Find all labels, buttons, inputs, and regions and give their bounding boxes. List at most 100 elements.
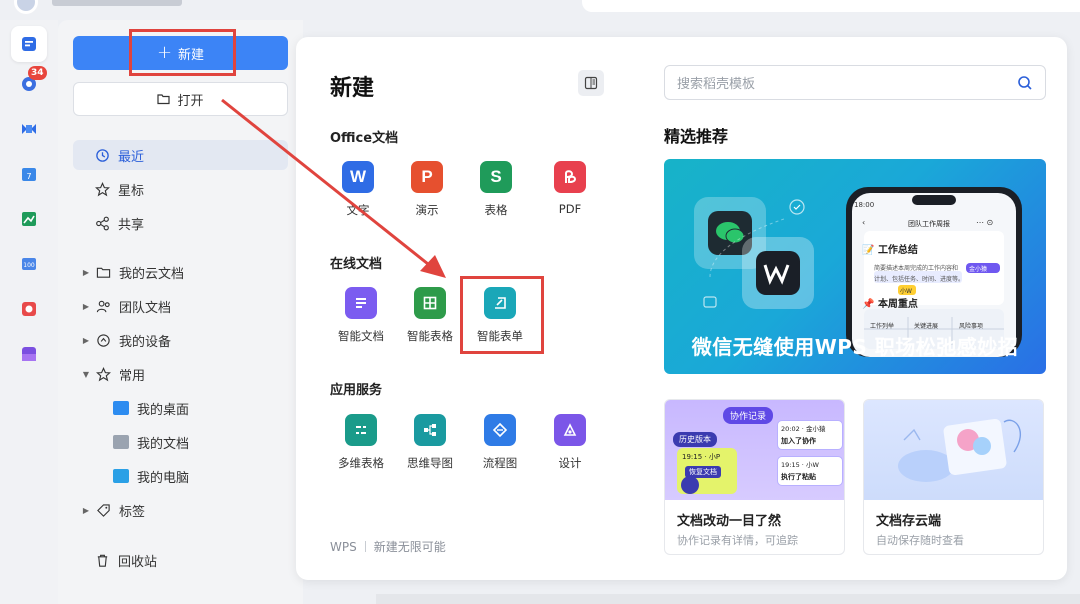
tile-label: 智能表格: [407, 329, 453, 343]
tile-multidim-table[interactable]: 多维表格: [326, 414, 396, 471]
collab-card-image: 协作记录 历史版本 19:15 · 小P 恢复文档 20:02 · 金小猿 加入…: [665, 400, 844, 500]
phone-section-summary: 📝 工作总结: [862, 245, 918, 256]
common-item-label: 我的桌面: [137, 402, 190, 418]
app-logo: [14, 0, 38, 14]
phone-col2: 关键进展: [914, 323, 939, 330]
phone-header: 团队工作周报: [908, 220, 950, 228]
tile-design[interactable]: 设计: [535, 414, 605, 471]
expand-arrow-icon[interactable]: ▶: [81, 336, 91, 345]
phone-section-focus: 📌 本周重点: [862, 299, 918, 310]
device-icon: [95, 332, 111, 348]
collab-tag-history: 历史版本: [673, 432, 717, 447]
nav-item-starred[interactable]: 星标: [73, 174, 288, 204]
pdf-app-icon: [22, 302, 36, 316]
nav-item-shared[interactable]: 共享: [73, 208, 288, 238]
phone-tag-user1: 金小猿: [969, 266, 988, 273]
rail-documents[interactable]: [11, 26, 47, 62]
entry2-head: 19:15 · 小W: [781, 461, 819, 469]
nav-item-label: 团队文档: [119, 300, 172, 316]
rail-pdf[interactable]: [18, 298, 40, 320]
card-subtitle: 协作记录有详情，可追踪: [677, 534, 798, 547]
documents-folder-icon: [113, 435, 129, 449]
rail-apps[interactable]: [18, 343, 40, 365]
annotation-box-smart-form: [460, 276, 544, 354]
desktop-icon: [113, 401, 129, 415]
nav-item-common[interactable]: ▼ 常用: [73, 359, 288, 389]
nav-item-recent[interactable]: 最近: [73, 140, 288, 170]
promo-banner[interactable]: 18:00 ‹ 团队工作周报 ⋯ ⊙ 📝 工作总结 简要描述本周完成的工作内容和…: [664, 159, 1046, 374]
workbench-app-icon: [22, 212, 36, 226]
footer-slogan: 新建无限可能: [373, 540, 446, 554]
tile-spreadsheet[interactable]: S 表格: [461, 161, 531, 218]
smart-doc-icon: [345, 287, 377, 319]
panel-footer: WPS 新建无限可能: [330, 538, 446, 555]
common-item-desktop[interactable]: 我的桌面: [113, 393, 189, 423]
expand-arrow-icon[interactable]: ▶: [81, 268, 91, 277]
entry1-head: 20:02 · 金小猿: [781, 425, 826, 433]
phone-tag-user2: 小W: [900, 288, 912, 295]
expand-arrow-icon[interactable]: ▶: [81, 506, 91, 515]
flowchart-icon: [484, 414, 516, 446]
tile-pdf[interactable]: PDF: [535, 161, 605, 216]
rail-workbench[interactable]: [18, 208, 40, 230]
nav-item-trash[interactable]: 回收站: [73, 545, 288, 575]
svg-text:100: 100: [23, 262, 35, 269]
calendar-app-icon: 7: [22, 168, 36, 181]
recommend-title: 精选推荐: [664, 127, 729, 146]
design-icon: [554, 414, 586, 446]
common-item-computer[interactable]: 我的电脑: [113, 461, 189, 491]
tile-smart-doc[interactable]: 智能文档: [326, 287, 396, 344]
promo-card-collab[interactable]: 协作记录 历史版本 19:15 · 小P 恢复文档 20:02 · 金小猿 加入…: [664, 399, 845, 555]
entry1-action: 加入了协作: [781, 437, 816, 445]
phone-col3: 风险事项: [959, 323, 984, 330]
rail-messages[interactable]: 34: [18, 66, 47, 94]
folder-open-icon: [157, 94, 171, 105]
tile-label: 流程图: [482, 456, 518, 470]
nav-item-devices[interactable]: ▶ 我的设备: [73, 325, 288, 355]
section-app-services: 应用服务: [330, 383, 383, 398]
nav-item-tags[interactable]: ▶ 标签: [73, 495, 288, 525]
collapse-arrow-icon[interactable]: ▼: [81, 370, 91, 379]
rail-calendar[interactable]: 7: [18, 163, 40, 185]
nav-item-label: 我的云文档: [119, 266, 185, 282]
tile-label: 文字: [346, 203, 370, 217]
top-search-bar[interactable]: [582, 0, 1080, 12]
tile-label: 思维导图: [407, 456, 453, 470]
expand-arrow-icon[interactable]: ▶: [81, 302, 91, 311]
nav-item-cloud-docs[interactable]: ▶ 我的云文档: [73, 257, 288, 287]
collab-tag-main: 协作记录: [723, 407, 774, 424]
template-search-input[interactable]: 搜索稻壳模板: [664, 65, 1046, 100]
open-button-label: 打开: [177, 93, 204, 109]
phone-col1: 工作列举: [870, 323, 895, 330]
multidim-table-icon: [345, 414, 377, 446]
layout-toggle-button[interactable]: [578, 70, 604, 96]
phone-line1: 简要描述本周完成的工作内容和: [874, 265, 959, 272]
tile-label: 智能文档: [338, 329, 384, 343]
common-item-documents[interactable]: 我的文档: [113, 427, 189, 457]
rail-score[interactable]: 100: [18, 253, 40, 275]
new-document-panel: 新建 Office文档 W 文字 P 演示 S 表格 PDF 在线文档 智能文档…: [296, 37, 1067, 580]
card-title: 文档改动一目了然: [677, 514, 782, 529]
search-icon[interactable]: [1017, 75, 1033, 91]
open-button[interactable]: 打开: [73, 82, 288, 116]
panel-title: 新建: [330, 76, 375, 101]
entry2-action: 执行了粘贴: [781, 473, 816, 481]
unread-badge: 34: [28, 66, 47, 80]
tile-presentation[interactable]: P 演示: [392, 161, 462, 218]
tile-flowchart[interactable]: 流程图: [465, 414, 535, 471]
tile-smart-sheet[interactable]: 智能表格: [395, 287, 465, 344]
nav-item-team-docs[interactable]: ▶ 团队文档: [73, 291, 288, 321]
smart-sheet-icon: [414, 287, 446, 319]
star-icon: [94, 181, 110, 197]
card-subtitle: 自动保存随时查看: [876, 534, 964, 547]
common-item-label: 我的电脑: [137, 470, 190, 486]
tile-mind-map[interactable]: 思维导图: [395, 414, 465, 471]
cloud-illustration: [898, 418, 1021, 482]
pin-icon: [95, 366, 111, 382]
computer-icon: [113, 469, 129, 483]
promo-card-cloud[interactable]: 文档存云端 自动保存随时查看: [863, 399, 1044, 555]
writer-icon: W: [342, 161, 374, 193]
phone-back-icon: ‹: [862, 218, 866, 227]
rail-meeting[interactable]: [18, 118, 40, 140]
tile-writer[interactable]: W 文字: [323, 161, 393, 218]
